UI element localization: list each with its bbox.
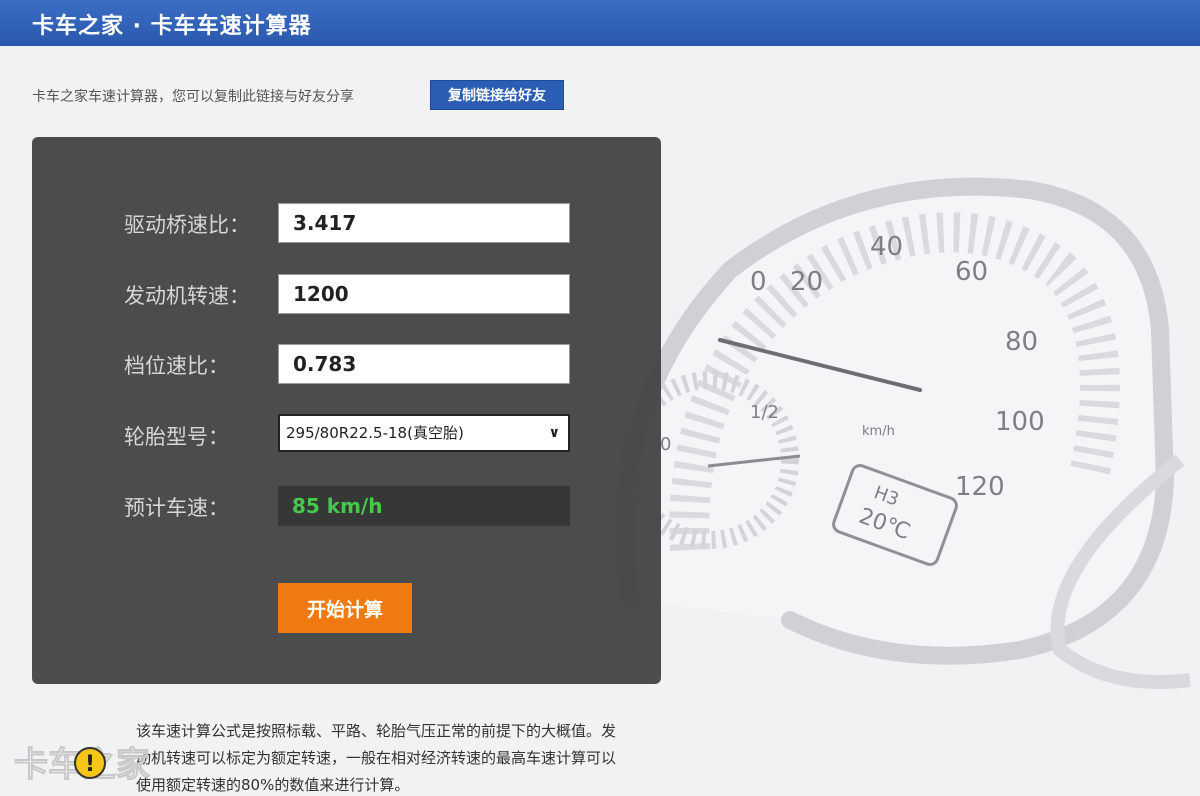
speed-tick-label: 0: [750, 267, 767, 297]
page-title: 卡车之家 · 卡车车速计算器: [32, 14, 312, 39]
speed-tick-label: 80: [1005, 327, 1038, 357]
gear-ratio-label: 档位速比：: [124, 354, 229, 378]
share-hint: 卡车之家车速计算器，您可以复制此链接与好友分享: [32, 89, 354, 105]
chevron-down-icon: ∨: [548, 425, 560, 441]
speed-tick-label: 20: [790, 267, 823, 297]
watermark-logo: 卡车之家 !: [14, 745, 151, 786]
axle-ratio-label: 驱动桥速比：: [124, 213, 250, 237]
speed-tick-label: 100: [995, 407, 1045, 437]
speed-unit-label: km/h: [862, 424, 895, 439]
fuel-half-mark: 1/2: [750, 402, 779, 423]
formula-note: 该车速计算公式是按照标载、平路、轮胎气压正常的前提下的大概值。发动机转速可以标定…: [136, 722, 617, 794]
fuel-zero-mark: 0: [660, 434, 671, 455]
app-header: 卡车之家 · 卡车车速计算器: [0, 0, 1200, 46]
tire-model-select[interactable]: 295/80R22.5-18(真空胎) ∨: [278, 414, 570, 452]
engine-speed-label: 发动机转速：: [124, 284, 250, 308]
start-calculation-button[interactable]: 开始计算: [278, 583, 412, 633]
engine-speed-input[interactable]: 1200: [278, 274, 570, 314]
axle-ratio-input[interactable]: 3.417: [278, 203, 570, 243]
speed-tick-label: 120: [955, 472, 1005, 502]
estimated-speed-value: 85 km/h: [278, 486, 570, 526]
speed-tick-label: 60: [955, 257, 988, 287]
tire-model-label: 轮胎型号：: [124, 425, 229, 449]
speedometer-illustration: 0 20 40 60 80 100 120 km/h 1/2 0 H3 20℃: [615, 177, 1191, 689]
tire-model-selected: 295/80R22.5-18(真空胎): [286, 424, 464, 442]
gear-ratio-input[interactable]: 0.783: [278, 344, 570, 384]
copy-link-button[interactable]: 复制链接给好友: [430, 80, 564, 110]
calculator-panel: 驱动桥速比： 3.417 发动机转速： 1200 档位速比： 0.783 轮胎型…: [32, 137, 661, 684]
speed-tick-label: 40: [870, 232, 903, 262]
estimated-speed-label: 预计车速：: [124, 496, 229, 520]
warning-icon-mark: !: [85, 752, 95, 777]
